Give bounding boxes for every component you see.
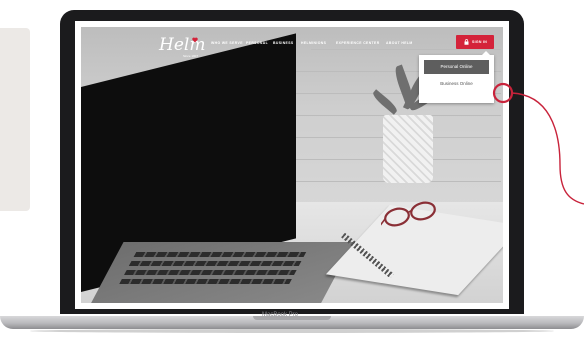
nav-business[interactable]: BUSINESS [273, 41, 294, 45]
website-screenshot: Helm Since 1907 WHO WE SERVE PERSONAL BU… [81, 27, 503, 303]
dropdown-item-personal-online[interactable]: Personal Online [424, 60, 489, 74]
nav-helminions[interactable]: HELMINIONS [301, 41, 326, 45]
laptop-shadow [30, 329, 554, 333]
plant-pot [383, 115, 433, 183]
dropdown-caret [482, 51, 490, 55]
nav-experience-center[interactable]: EXPERIENCE CENTER [336, 41, 380, 45]
laptop-model-label: MacBook Pro [262, 312, 299, 318]
laptop-screen: Helm Since 1907 WHO WE SERVE PERSONAL BU… [75, 21, 509, 309]
logo-subtitle: Since 1907 [183, 54, 199, 58]
dropdown-item-business-online[interactable]: Business Online [424, 77, 489, 91]
site-logo[interactable]: Helm [159, 35, 205, 55]
nav-about-helm[interactable]: ABOUT HELM [386, 41, 413, 45]
nav-personal[interactable]: PERSONAL [246, 41, 268, 45]
photo-keyboard [81, 242, 354, 303]
sign-in-label: SIGN IN [472, 40, 488, 44]
glasses-icon [381, 201, 436, 227]
sign-in-button[interactable]: SIGN IN [456, 35, 494, 49]
nav-who-we-serve[interactable]: WHO WE SERVE [211, 41, 243, 45]
side-panel [0, 28, 30, 211]
sign-in-dropdown: Personal Online Business Online [419, 51, 494, 103]
lock-icon [464, 39, 469, 45]
heart-icon [192, 37, 198, 43]
